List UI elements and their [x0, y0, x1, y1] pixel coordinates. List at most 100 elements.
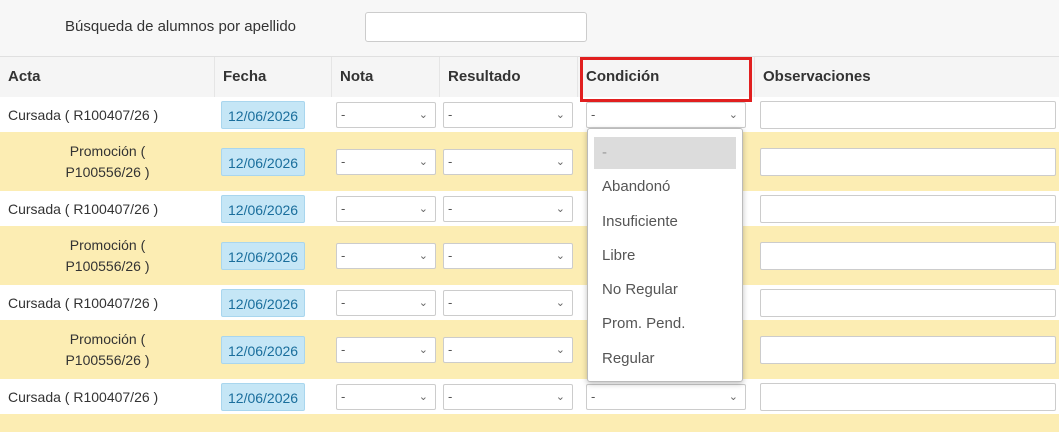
chevron-down-icon: ⌄	[555, 108, 565, 121]
acta-text: Promoción ( P100556/26 )	[3, 329, 213, 371]
resultado-select[interactable]: - ⌄	[443, 336, 573, 363]
option-no-regular[interactable]: No Regular	[594, 274, 736, 306]
acta-text: Promoción (P100556/26 )	[3, 141, 213, 183]
chevron-down-icon: ⌄	[555, 343, 565, 356]
chevron-down-icon: ⌄	[555, 202, 565, 215]
chevron-down-icon: ⌄	[555, 155, 565, 168]
nota-select[interactable]: - ⌄	[336, 242, 436, 269]
acta-line-1: Promoción (	[69, 330, 146, 347]
observaciones-input[interactable]	[760, 241, 1056, 270]
fecha-date[interactable]: 12/06/2026	[221, 335, 306, 364]
resultado-select[interactable]: - ⌄	[443, 195, 573, 222]
header-observaciones: Observaciones	[763, 68, 871, 85]
condicion-select[interactable]: - ⌄	[586, 101, 746, 128]
header-condicion: Condición	[578, 57, 755, 97]
table-row: Cursada ( R100407/26 ) 12/06/2026 - ⌄ - ⌄	[0, 285, 1059, 320]
option-regular[interactable]: Regular	[594, 343, 736, 375]
resultado-value: -	[448, 341, 453, 357]
nota-select[interactable]: - ⌄	[336, 336, 436, 363]
option-libre[interactable]: Libre	[594, 240, 736, 272]
observaciones-input[interactable]	[760, 335, 1056, 364]
table-row: Promoción (P100556/26 ) 12/06/2026 - ⌄ - ⌄	[0, 320, 1059, 379]
nota-value: -	[341, 153, 346, 169]
observaciones-input[interactable]	[760, 288, 1056, 317]
resultado-select[interactable]: - ⌄	[443, 148, 573, 175]
nota-value: -	[341, 294, 346, 310]
chevron-down-icon: ⌄	[728, 108, 738, 121]
nota-select[interactable]: - ⌄	[336, 383, 436, 410]
chevron-down-icon: ⌄	[418, 343, 428, 356]
acta-line-2: P100556/26 )	[65, 257, 150, 274]
resultado-select[interactable]: - ⌄	[443, 289, 573, 316]
fecha-date[interactable]: 12/06/2026	[221, 194, 306, 223]
option-insuficiente[interactable]: Insuficiente	[594, 206, 736, 238]
resultado-value: -	[448, 388, 453, 404]
table-header: Acta Fecha Nota Resultado Condición Obse…	[0, 57, 1059, 97]
acta-line-2: P100556/26 )	[65, 163, 150, 180]
nota-select[interactable]: - ⌄	[336, 195, 436, 222]
chevron-down-icon: ⌄	[555, 390, 565, 403]
observaciones-input[interactable]	[760, 194, 1056, 223]
acta-text: Cursada ( R100407/26 )	[8, 294, 159, 311]
chevron-down-icon: ⌄	[418, 202, 428, 215]
table-row: Cursada ( R100407/26 ) 12/06/2026 - ⌄ - ⌄ …	[0, 379, 1059, 414]
chevron-down-icon: ⌄	[418, 108, 428, 121]
acta-text: Promoción ( P100556/26 )	[3, 235, 213, 277]
condicion-dropdown: - Abandonó Insuficiente Libre No Regular…	[587, 128, 743, 382]
option-none[interactable]: -	[594, 137, 736, 169]
header-acta: Acta	[0, 57, 215, 97]
resultado-select[interactable]: - ⌄	[443, 242, 573, 269]
chevron-down-icon: ⌄	[555, 249, 565, 262]
observaciones-input[interactable]	[760, 100, 1056, 129]
fecha-date[interactable]: 12/06/2026	[221, 288, 306, 317]
acta-text: Cursada ( R100407/26 )	[8, 200, 159, 217]
resultado-value: -	[448, 294, 453, 310]
table-row: Promoción (P100556/26 ) 12/06/2026 - ⌄ - ⌄	[0, 132, 1059, 191]
resultado-value: -	[448, 153, 453, 169]
observaciones-input[interactable]	[760, 382, 1056, 411]
nota-select[interactable]: - ⌄	[336, 289, 436, 316]
search-label: Búsqueda de alumnos por apellido	[65, 18, 296, 35]
table-row: Cursada ( R100407/26 ) 12/06/2026 - ⌄ - ⌄	[0, 191, 1059, 226]
table-row: Cursada ( R100407/26 ) 12/06/2026 - ⌄ - ⌄ …	[0, 97, 1059, 132]
nota-value: -	[341, 388, 346, 404]
chevron-down-icon: ⌄	[418, 390, 428, 403]
condicion-select[interactable]: - ⌄	[586, 383, 746, 410]
condicion-value: -	[591, 388, 596, 404]
header-resultado: Resultado	[440, 57, 578, 97]
search-bar: Búsqueda de alumnos por apellido	[0, 0, 1059, 56]
header-nota: Nota	[332, 57, 440, 97]
nota-select[interactable]: - ⌄	[336, 101, 436, 128]
acta-line-2: P100556/26 )	[65, 351, 150, 368]
chevron-down-icon: ⌄	[418, 155, 428, 168]
chevron-down-icon: ⌄	[555, 296, 565, 309]
nota-value: -	[341, 106, 346, 122]
acta-line-1: Promoción (	[69, 236, 146, 253]
acta-text: Cursada ( R100407/26 )	[8, 106, 159, 123]
fecha-date[interactable]: 12/06/2026	[221, 147, 306, 176]
table-row	[0, 414, 1059, 432]
chevron-down-icon: ⌄	[418, 296, 428, 309]
nota-value: -	[341, 200, 346, 216]
fecha-date[interactable]: 12/06/2026	[221, 241, 306, 270]
nota-value: -	[341, 341, 346, 357]
acta-text: Cursada ( R100407/26 )	[8, 388, 159, 405]
chevron-down-icon: ⌄	[418, 249, 428, 262]
resultado-value: -	[448, 200, 453, 216]
chevron-down-icon: ⌄	[728, 390, 738, 403]
nota-value: -	[341, 247, 346, 263]
search-input[interactable]	[365, 12, 587, 42]
resultado-value: -	[448, 106, 453, 122]
resultado-select[interactable]: - ⌄	[443, 383, 573, 410]
table-row: Promoción (P100556/26 ) 12/06/2026 - ⌄ - ⌄	[0, 226, 1059, 285]
nota-select[interactable]: - ⌄	[336, 148, 436, 175]
header-fecha: Fecha	[215, 57, 332, 97]
option-prom-pend[interactable]: Prom. Pend.	[594, 308, 736, 340]
fecha-date[interactable]: 12/06/2026	[221, 100, 306, 129]
option-abandono[interactable]: Abandonó	[594, 171, 736, 203]
resultado-select[interactable]: - ⌄	[443, 101, 573, 128]
resultado-value: -	[448, 247, 453, 263]
observaciones-input[interactable]	[760, 147, 1056, 176]
fecha-date[interactable]: 12/06/2026	[221, 382, 306, 411]
condicion-value: -	[591, 106, 596, 122]
